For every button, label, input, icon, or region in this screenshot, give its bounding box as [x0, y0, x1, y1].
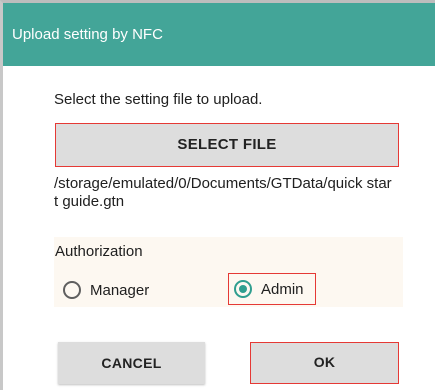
radio-label-admin: Admin: [261, 280, 304, 298]
radio-option-manager[interactable]: Manager: [63, 275, 149, 305]
radio-unchecked-icon[interactable]: [63, 281, 81, 299]
selected-file-path: /storage/emulated/0/Documents/GTData/qui…: [54, 175, 392, 210]
radio-option-admin[interactable]: Admin: [228, 273, 316, 305]
dialog-title: Upload setting by NFC: [3, 3, 435, 66]
instruction-text: Select the setting file to upload.: [54, 91, 263, 108]
authorization-group: Authorization Manager Admin: [54, 237, 403, 307]
radio-label-manager: Manager: [90, 281, 150, 299]
cancel-button[interactable]: CANCEL: [58, 342, 205, 384]
select-file-button[interactable]: SELECT FILE: [55, 123, 399, 167]
ok-button[interactable]: OK: [250, 342, 399, 384]
authorization-label: Authorization: [55, 243, 143, 260]
upload-setting-dialog: Upload setting by NFC Select the setting…: [0, 0, 435, 390]
radio-checked-icon[interactable]: [234, 280, 252, 298]
